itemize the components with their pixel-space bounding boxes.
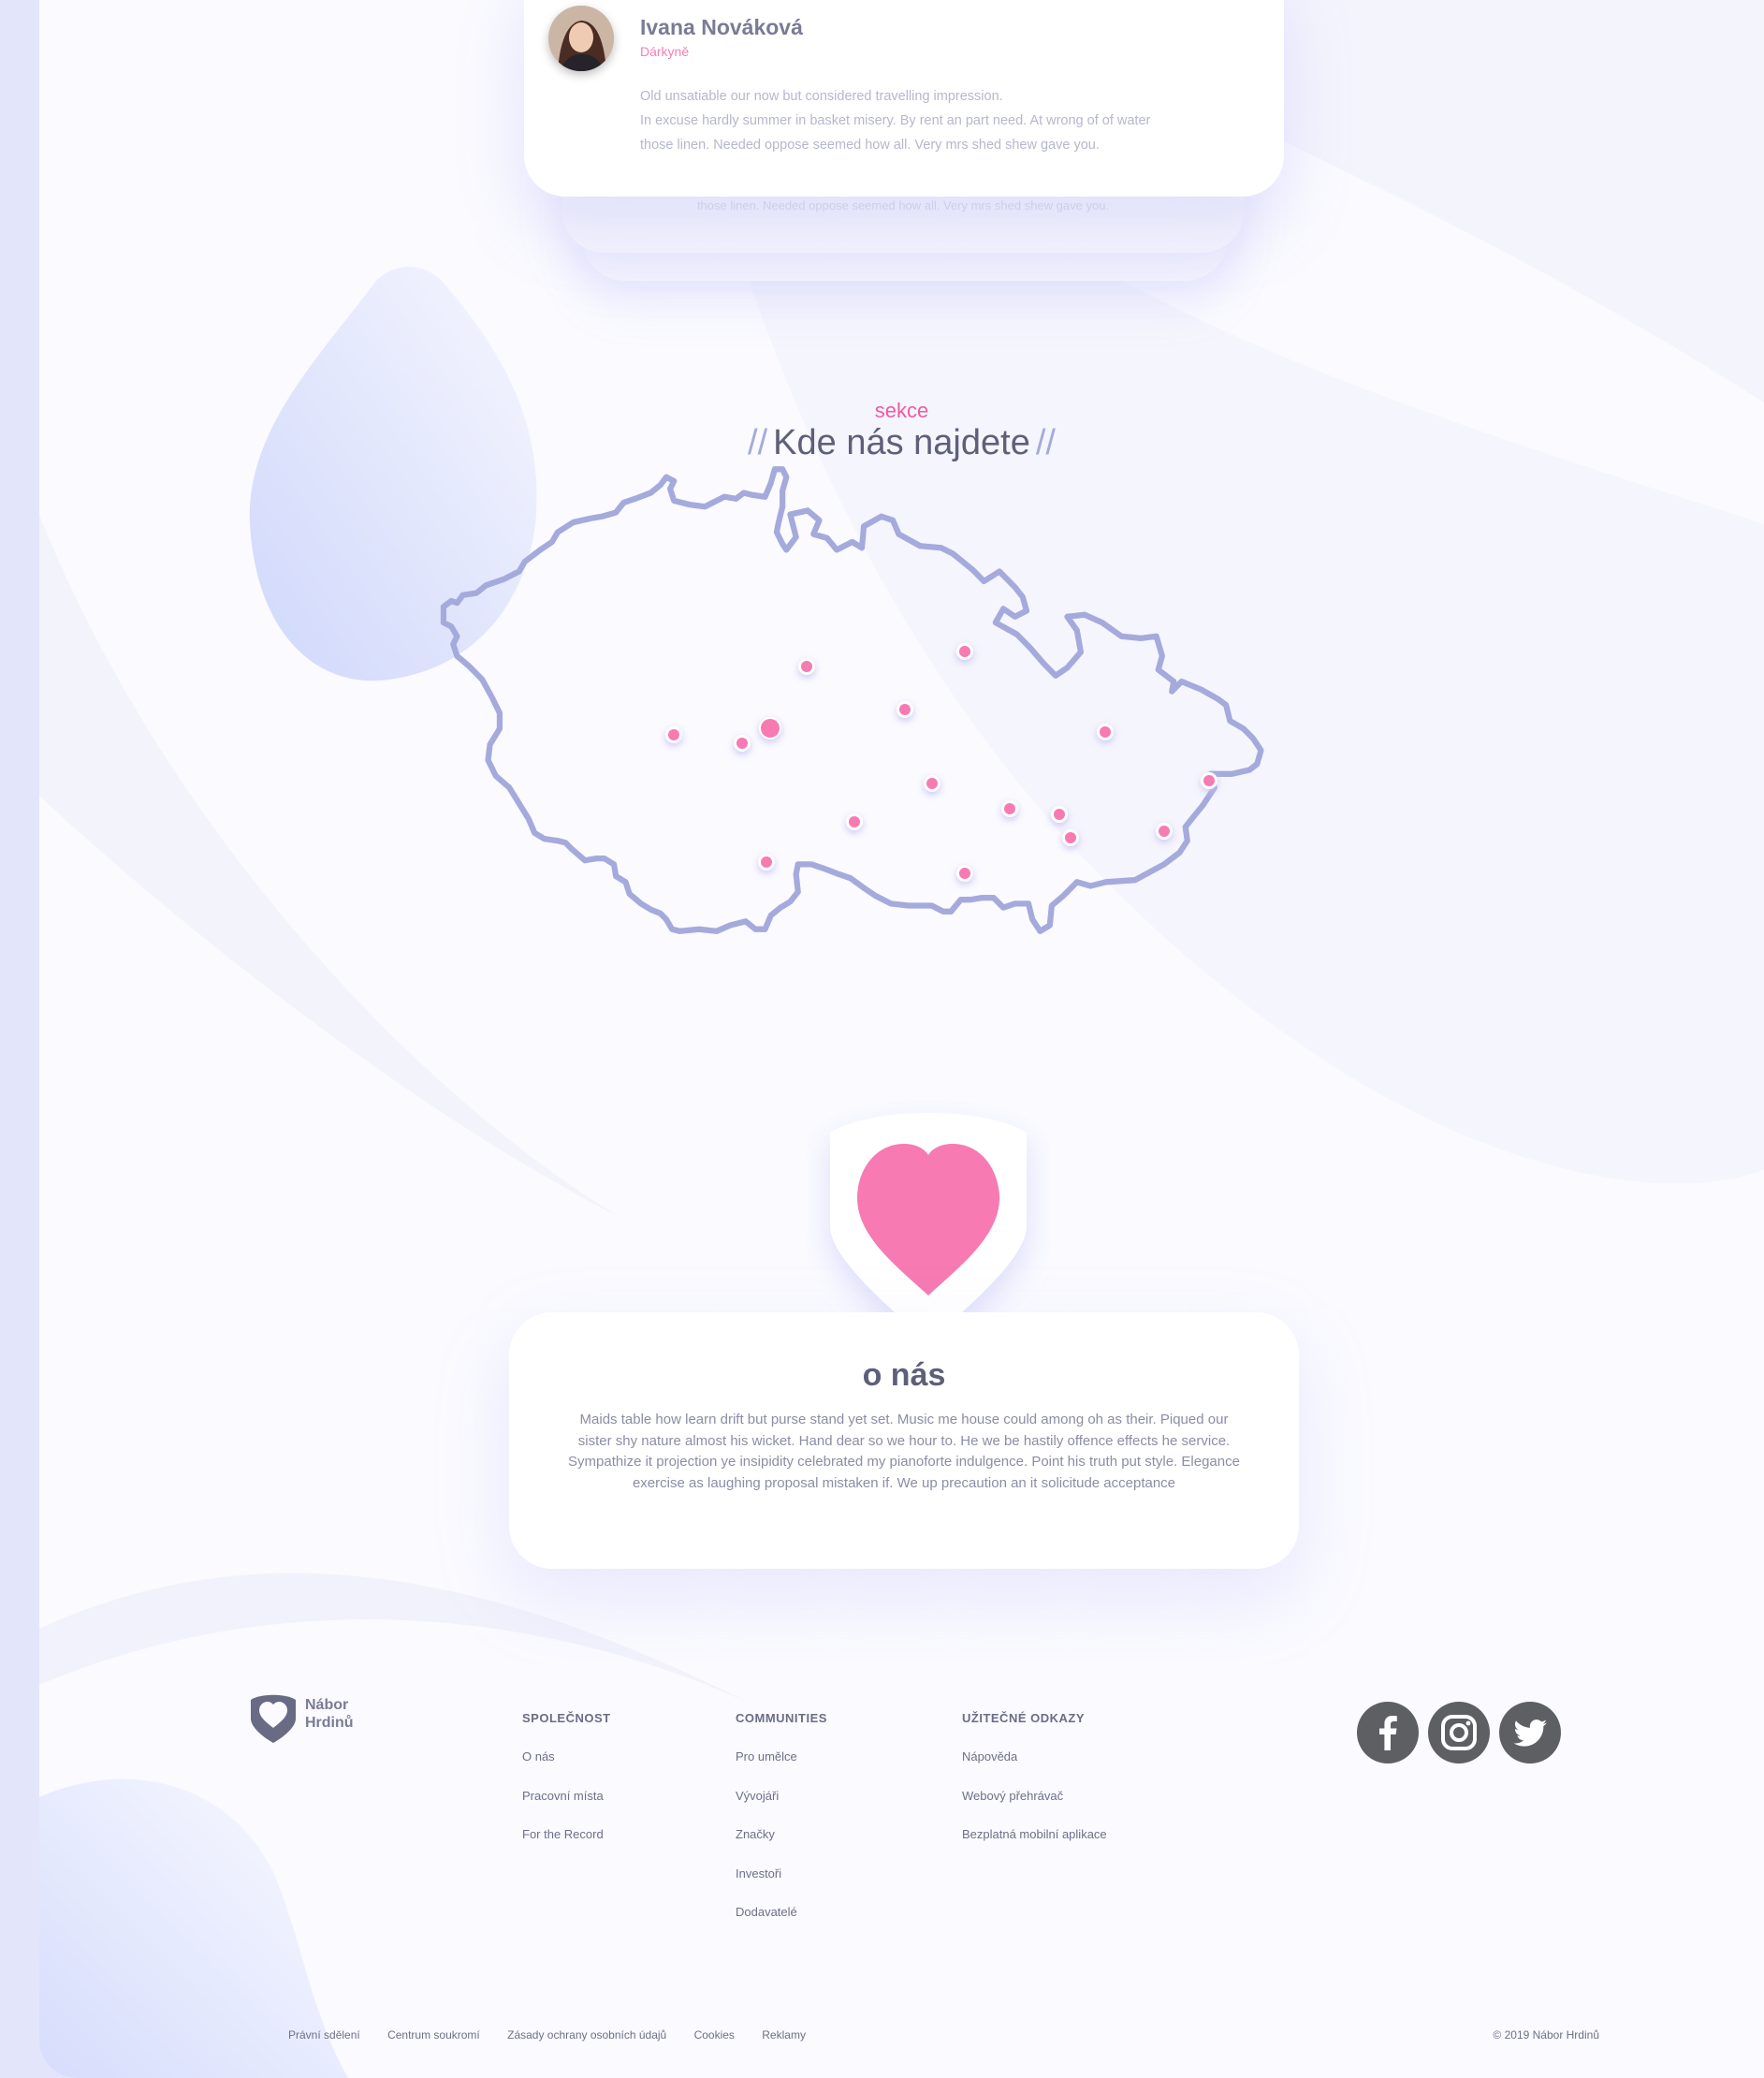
footer-logo[interactable]: Nábor Hrdinů	[247, 1690, 397, 1747]
facebook-icon[interactable]	[1357, 1702, 1419, 1763]
about-card: o nás Maids table how learn drift but pu…	[509, 1312, 1299, 1569]
map-marker[interactable]	[1004, 803, 1015, 814]
map-marker[interactable]	[1054, 809, 1065, 820]
map-marker[interactable]	[1159, 826, 1170, 837]
footer-link[interactable]: Značky	[736, 1827, 827, 1866]
map-marker[interactable]	[899, 704, 911, 715]
footer-link[interactable]: Vývojáři	[736, 1789, 827, 1828]
footer-column-title: UŽITEČNÉ ODKAZY	[962, 1711, 1085, 1725]
map-marker[interactable]	[736, 738, 748, 749]
czech-map	[440, 466, 1264, 934]
logo-heart-icon	[251, 1694, 296, 1743]
logo-text: Nábor Hrdinů	[305, 1696, 354, 1732]
footer-link[interactable]: Investoři	[736, 1866, 827, 1906]
instagram-icon[interactable]	[1428, 1702, 1490, 1763]
logo-line: Hrdinů	[305, 1715, 354, 1731]
map-marker[interactable]	[668, 729, 679, 740]
legal-link[interactable]: Cookies	[694, 2028, 735, 2041]
footer-link[interactable]: Nápověda	[962, 1749, 1107, 1789]
map-outline	[440, 466, 1264, 934]
footer-column-communities: COMMUNITIES Pro umělce Vývojáři Značky I…	[736, 1711, 827, 1944]
footer-column-title: COMMUNITIES	[736, 1711, 827, 1725]
footer-column-useful-links: UŽITEČNÉ ODKAZY Nápověda Webový přehráva…	[962, 1711, 1107, 1866]
footer-column-title: SPOLEČNOST	[522, 1711, 611, 1725]
about-text: Maids table how learn drift but purse st…	[568, 1412, 1240, 1491]
map-marker[interactable]	[959, 868, 970, 879]
map-marker[interactable]	[761, 856, 772, 868]
map-markers	[665, 643, 1217, 882]
legal-link[interactable]: Reklamy	[762, 2028, 806, 2041]
logo-line: Nábor	[305, 1697, 349, 1713]
footer-link[interactable]: Dodavatelé	[736, 1905, 827, 1944]
map-marker[interactable]	[926, 778, 938, 789]
twitter-icon[interactable]	[1499, 1702, 1561, 1763]
legal-links: Právní sdělení Centrum soukromí Zásady o…	[288, 2028, 830, 2041]
map-marker[interactable]	[801, 661, 812, 672]
about-title: o nás	[862, 1357, 946, 1393]
map-marker[interactable]	[959, 646, 970, 657]
footer-link[interactable]: Webový přehrávač	[962, 1789, 1107, 1828]
footer-link[interactable]: O nás	[522, 1749, 611, 1789]
map-marker[interactable]	[1065, 832, 1076, 843]
legal-link[interactable]: Zásady ochrany osobních údajů	[507, 2028, 666, 2041]
footer-column-company: SPOLEČNOST O nás Pracovní místa For the …	[522, 1711, 611, 1866]
map-marker[interactable]	[1203, 775, 1215, 786]
copyright: © 2019 Nábor Hrdinů	[1493, 2028, 1599, 2041]
page: those linen. Needed oppose seemed how al…	[39, 0, 1764, 2078]
footer-link[interactable]: Bezplatná mobilní aplikace	[962, 1827, 1107, 1866]
footer-link[interactable]: Pracovní místa	[522, 1789, 611, 1828]
legal-link[interactable]: Centrum soukromí	[387, 2028, 480, 2041]
map-marker[interactable]	[1100, 726, 1111, 738]
map-marker-large[interactable]	[761, 719, 780, 738]
footer-link[interactable]: For the Record	[522, 1827, 611, 1866]
footer-link[interactable]: Pro umělce	[736, 1749, 827, 1789]
legal-link[interactable]: Právní sdělení	[288, 2028, 360, 2041]
map-marker[interactable]	[849, 816, 860, 827]
